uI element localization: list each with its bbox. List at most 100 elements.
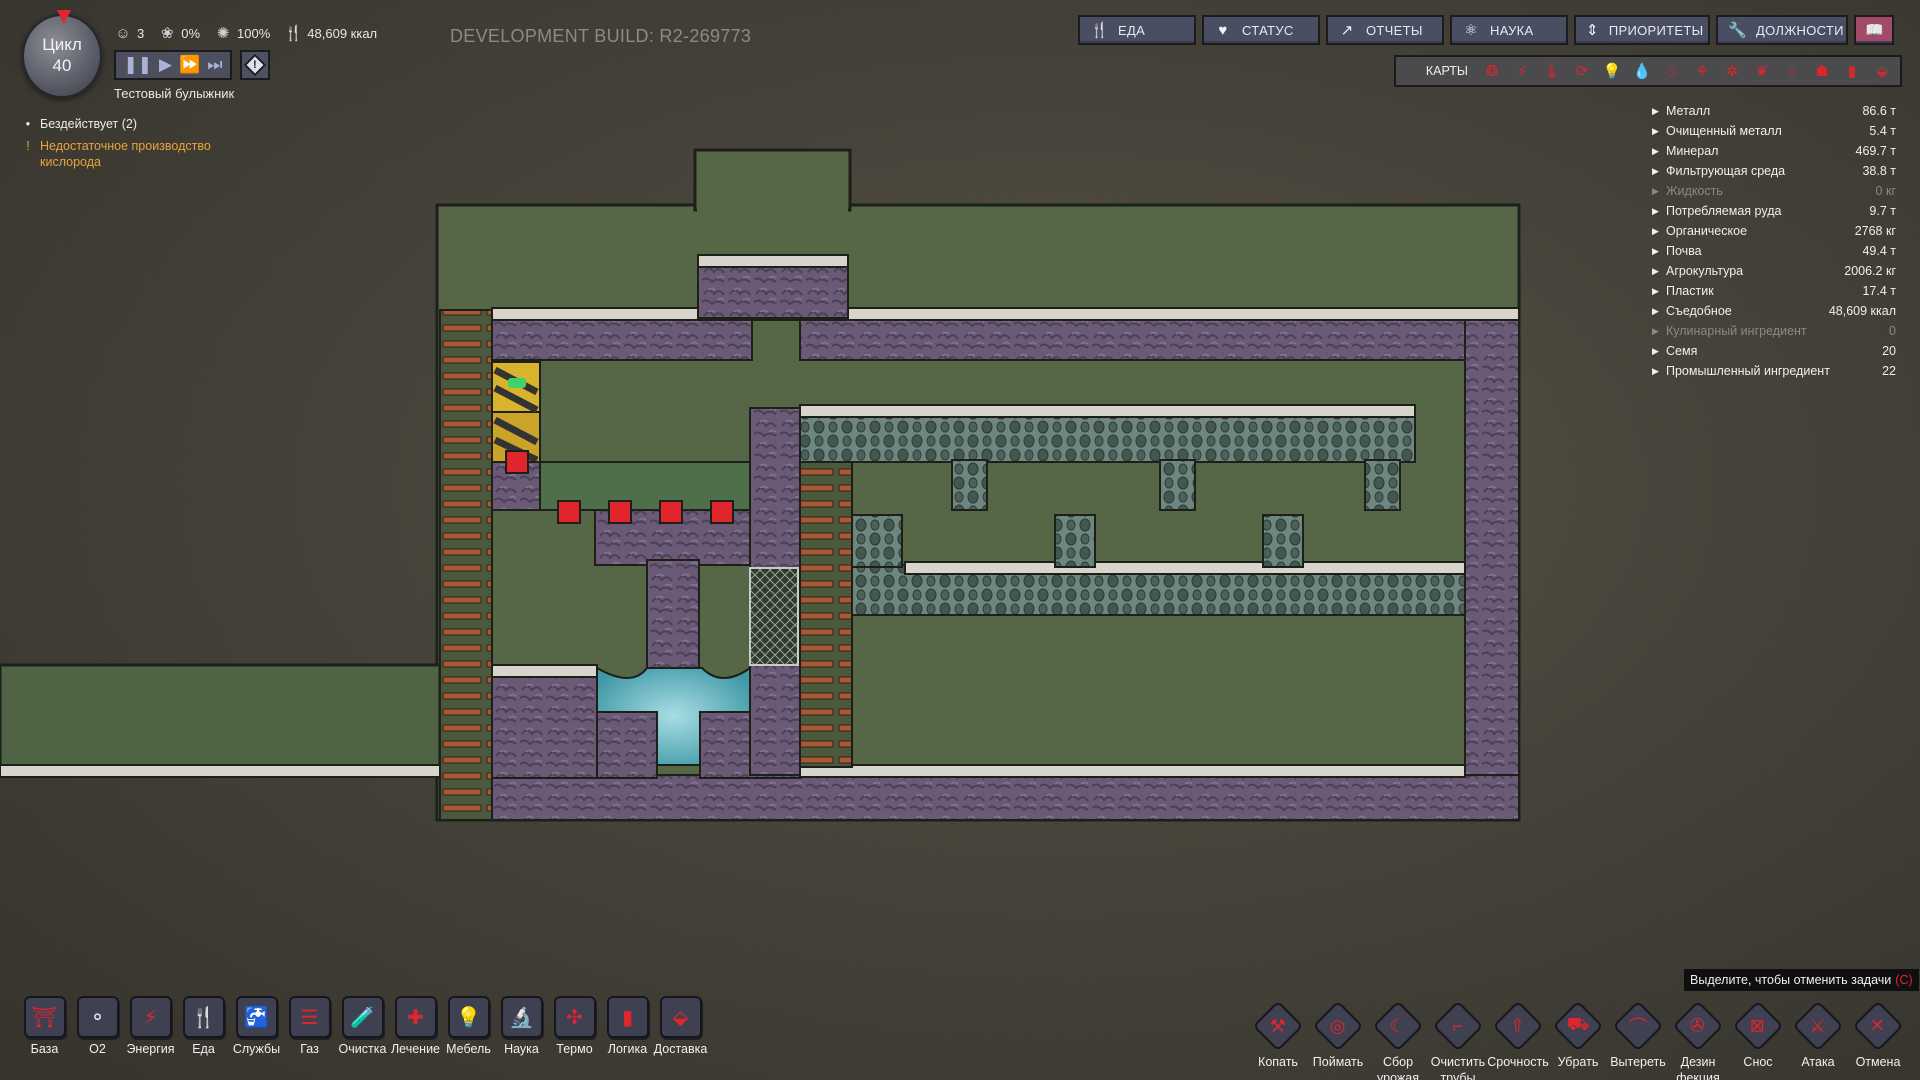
build-category-automation[interactable]: ▮ Логика [601, 996, 654, 1056]
fork-knife-icon: 🍴 [1090, 22, 1109, 39]
resource-row[interactable]: ▶ Промышленный ингредиент 22 [1652, 361, 1896, 381]
tool-capture[interactable]: ◎ Поймать [1308, 1000, 1368, 1080]
alert-icon: ! [243, 53, 267, 77]
liquid-plumbing-overlay-icon[interactable]: 💧 [1630, 59, 1654, 83]
jobs-menu-button[interactable]: 🔧 ДОЛЖНОСТИ [1716, 15, 1848, 45]
exosuit-overlay-icon[interactable]: ☗ [1810, 59, 1834, 83]
farming-overlay-icon[interactable]: ❦ [1750, 59, 1774, 83]
resource-row[interactable]: ▶ Очищенный металл 5.4 т [1652, 121, 1896, 141]
food-menu-button[interactable]: 🍴 ЕДА [1078, 15, 1196, 45]
tool-dig[interactable]: ⚒ Копать [1248, 1000, 1308, 1080]
spray-icon: ✇ [1690, 1015, 1706, 1036]
power-overlay-icon[interactable]: ⚡ [1510, 59, 1534, 83]
speed-fast-button[interactable]: ⏩ [179, 55, 200, 75]
furniture-lamp-icon: 💡 [447, 996, 490, 1038]
cycle-counter[interactable]: Цикл 40 [22, 10, 102, 98]
build-category-medical[interactable]: ✚ Лечение [389, 996, 442, 1056]
gas-ventilation-overlay-icon[interactable]: ♨ [1660, 59, 1684, 83]
rooms-overlay-icon[interactable]: ⌂ [1780, 59, 1804, 83]
tool-disinfect[interactable]: ✇ Дезин фекция [1668, 1000, 1728, 1080]
automation-overlay-icon[interactable]: ▮ [1840, 59, 1864, 83]
conveyor-overlay-icon[interactable]: ⬙ [1870, 59, 1894, 83]
resource-row[interactable]: ▶ Почва 49.4 т [1652, 241, 1896, 261]
bullet-icon: • [25, 117, 31, 131]
expand-arrow-icon: ▶ [1652, 245, 1659, 256]
duplicant-icon: ☺ [115, 24, 131, 42]
tool-cancel[interactable]: ✕ Отмена [1848, 1000, 1908, 1080]
base-structure [0, 148, 1521, 822]
build-category-power[interactable]: ⚡ Энергия [124, 996, 177, 1056]
resource-row[interactable]: ▶ Металл 86.6 т [1652, 101, 1896, 121]
fan-icon: ✣ [553, 996, 596, 1038]
warning-icon: ! [26, 139, 30, 153]
world-map[interactable] [0, 0, 1920, 1080]
speed-normal-button[interactable]: ▶ [159, 55, 172, 75]
build-category-refinement[interactable]: 🧪 Очистка [336, 996, 389, 1056]
tooltip-text: Выделите, чтобы отменить задачи [1690, 973, 1892, 987]
reports-menu-button[interactable]: ↗ ОТЧЕТЫ [1326, 15, 1444, 45]
resource-row[interactable]: ▶ Съедобное 48,609 ккал [1652, 301, 1896, 321]
health-stat[interactable]: ✺ 100% [214, 24, 271, 42]
cycle-number: 40 [52, 56, 72, 75]
codex-button[interactable]: 📖 [1854, 15, 1894, 45]
germ-overlay-icon[interactable]: ✲ [1720, 59, 1744, 83]
expand-arrow-icon: ▶ [1652, 225, 1659, 236]
resource-row[interactable]: ▶ Кулинарный ингредиент 0 [1652, 321, 1896, 341]
net-icon: ◎ [1330, 1015, 1346, 1036]
notification-idle[interactable]: • Бездействует (2) [24, 116, 244, 132]
ventilation-icon: ☰ [288, 996, 331, 1038]
notification-oxygen-warning[interactable]: ! Недостаточное производство кислорода [24, 138, 244, 170]
tool-attack[interactable]: ⚔ Атака [1788, 1000, 1848, 1080]
expand-arrow-icon: ▶ [1652, 305, 1659, 316]
resource-row[interactable]: ▶ Минерал 469.7 т [1652, 141, 1896, 161]
vitals-menu-button[interactable]: ♥ СТАТУС [1202, 15, 1320, 45]
build-category-research[interactable]: 🔬 Наука [495, 996, 548, 1056]
oxygen-overlay-icon[interactable]: ❂ [1480, 59, 1504, 83]
priorities-menu-button[interactable]: ⇕ ПРИОРИТЕТЫ [1574, 15, 1710, 45]
build-category-ventilation[interactable]: ☰ Газ [283, 996, 336, 1056]
build-category-plumbing[interactable]: 🚰 Службы [230, 996, 283, 1056]
stress-stat[interactable]: ❀ 0% [158, 24, 200, 42]
disconnected-power-icon[interactable] [505, 450, 529, 474]
build-category-utilities[interactable]: ✣ Термо [548, 996, 601, 1056]
build-category-shipping[interactable]: ⬙ Доставка [654, 996, 707, 1056]
red-alert-button[interactable]: ! [240, 50, 270, 80]
temperature-overlay-icon[interactable]: 🌡 [1540, 59, 1564, 83]
pause-button[interactable]: ❚❚ [123, 55, 152, 75]
priority-up-icon: ⇧ [1510, 1015, 1526, 1036]
medical-icon: ✚ [394, 996, 437, 1038]
build-category-furniture[interactable]: 💡 Мебель [442, 996, 495, 1056]
storage-bin-icon[interactable] [710, 500, 734, 524]
tool-empty-pipe[interactable]: ⌐ Очистить трубы [1428, 1000, 1488, 1080]
build-category-oxygen[interactable]: ⚬ O2 [71, 996, 124, 1056]
tool-mop[interactable]: ⌒ Вытереть [1608, 1000, 1668, 1080]
storage-bin-icon[interactable] [608, 500, 632, 524]
build-category-base[interactable]: ⛩ База [18, 996, 71, 1056]
resource-row[interactable]: ▶ Жидкость 0 кг [1652, 181, 1896, 201]
tool-priority[interactable]: ⇧ Срочность [1487, 1000, 1549, 1080]
resource-row[interactable]: ▶ Потребляемая руда 9.7 т [1652, 201, 1896, 221]
storage-bin-icon[interactable] [659, 500, 683, 524]
duplicant-count[interactable]: ☺ 3 [114, 24, 144, 42]
management-menu: 🍴 ЕДА ♥ СТАТУС ↗ ОТЧЕТЫ ⚛ НАУКА ⇕ ПРИОРИ… [1078, 15, 1894, 45]
light-overlay-icon[interactable]: 💡 [1600, 59, 1624, 83]
heart-icon: ♥ [1218, 21, 1228, 39]
base-icon: ⛩ [23, 996, 66, 1038]
germ-icon: ✺ [216, 25, 230, 42]
storage-bin-icon[interactable] [557, 500, 581, 524]
fork-knife-icon: 🍴 [283, 25, 303, 42]
materials-overlay-icon[interactable]: ⟳ [1570, 59, 1594, 83]
tool-deconstruct[interactable]: ⊠ Снос [1728, 1000, 1788, 1080]
research-menu-button[interactable]: ⚛ НАУКА [1450, 15, 1568, 45]
resource-row[interactable]: ▶ Агрокультура 2006.2 кг [1652, 261, 1896, 281]
build-category-food[interactable]: 🍴 Еда [177, 996, 230, 1056]
resource-row[interactable]: ▶ Пластик 17.4 т [1652, 281, 1896, 301]
calories-stat[interactable]: 🍴 48,609 ккал [284, 24, 377, 42]
resource-row[interactable]: ▶ Органическое 2768 кг [1652, 221, 1896, 241]
tool-harvest[interactable]: ☾ Сбор урожая [1368, 1000, 1428, 1080]
decor-overlay-icon[interactable]: ⚘ [1690, 59, 1714, 83]
tool-sweep[interactable]: ⛟ Убрать [1548, 1000, 1608, 1080]
resource-row[interactable]: ▶ Семя 20 [1652, 341, 1896, 361]
speed-ultra-button[interactable]: ⏭ [207, 55, 222, 75]
resource-row[interactable]: ▶ Фильтрующая среда 38.8 т [1652, 161, 1896, 181]
